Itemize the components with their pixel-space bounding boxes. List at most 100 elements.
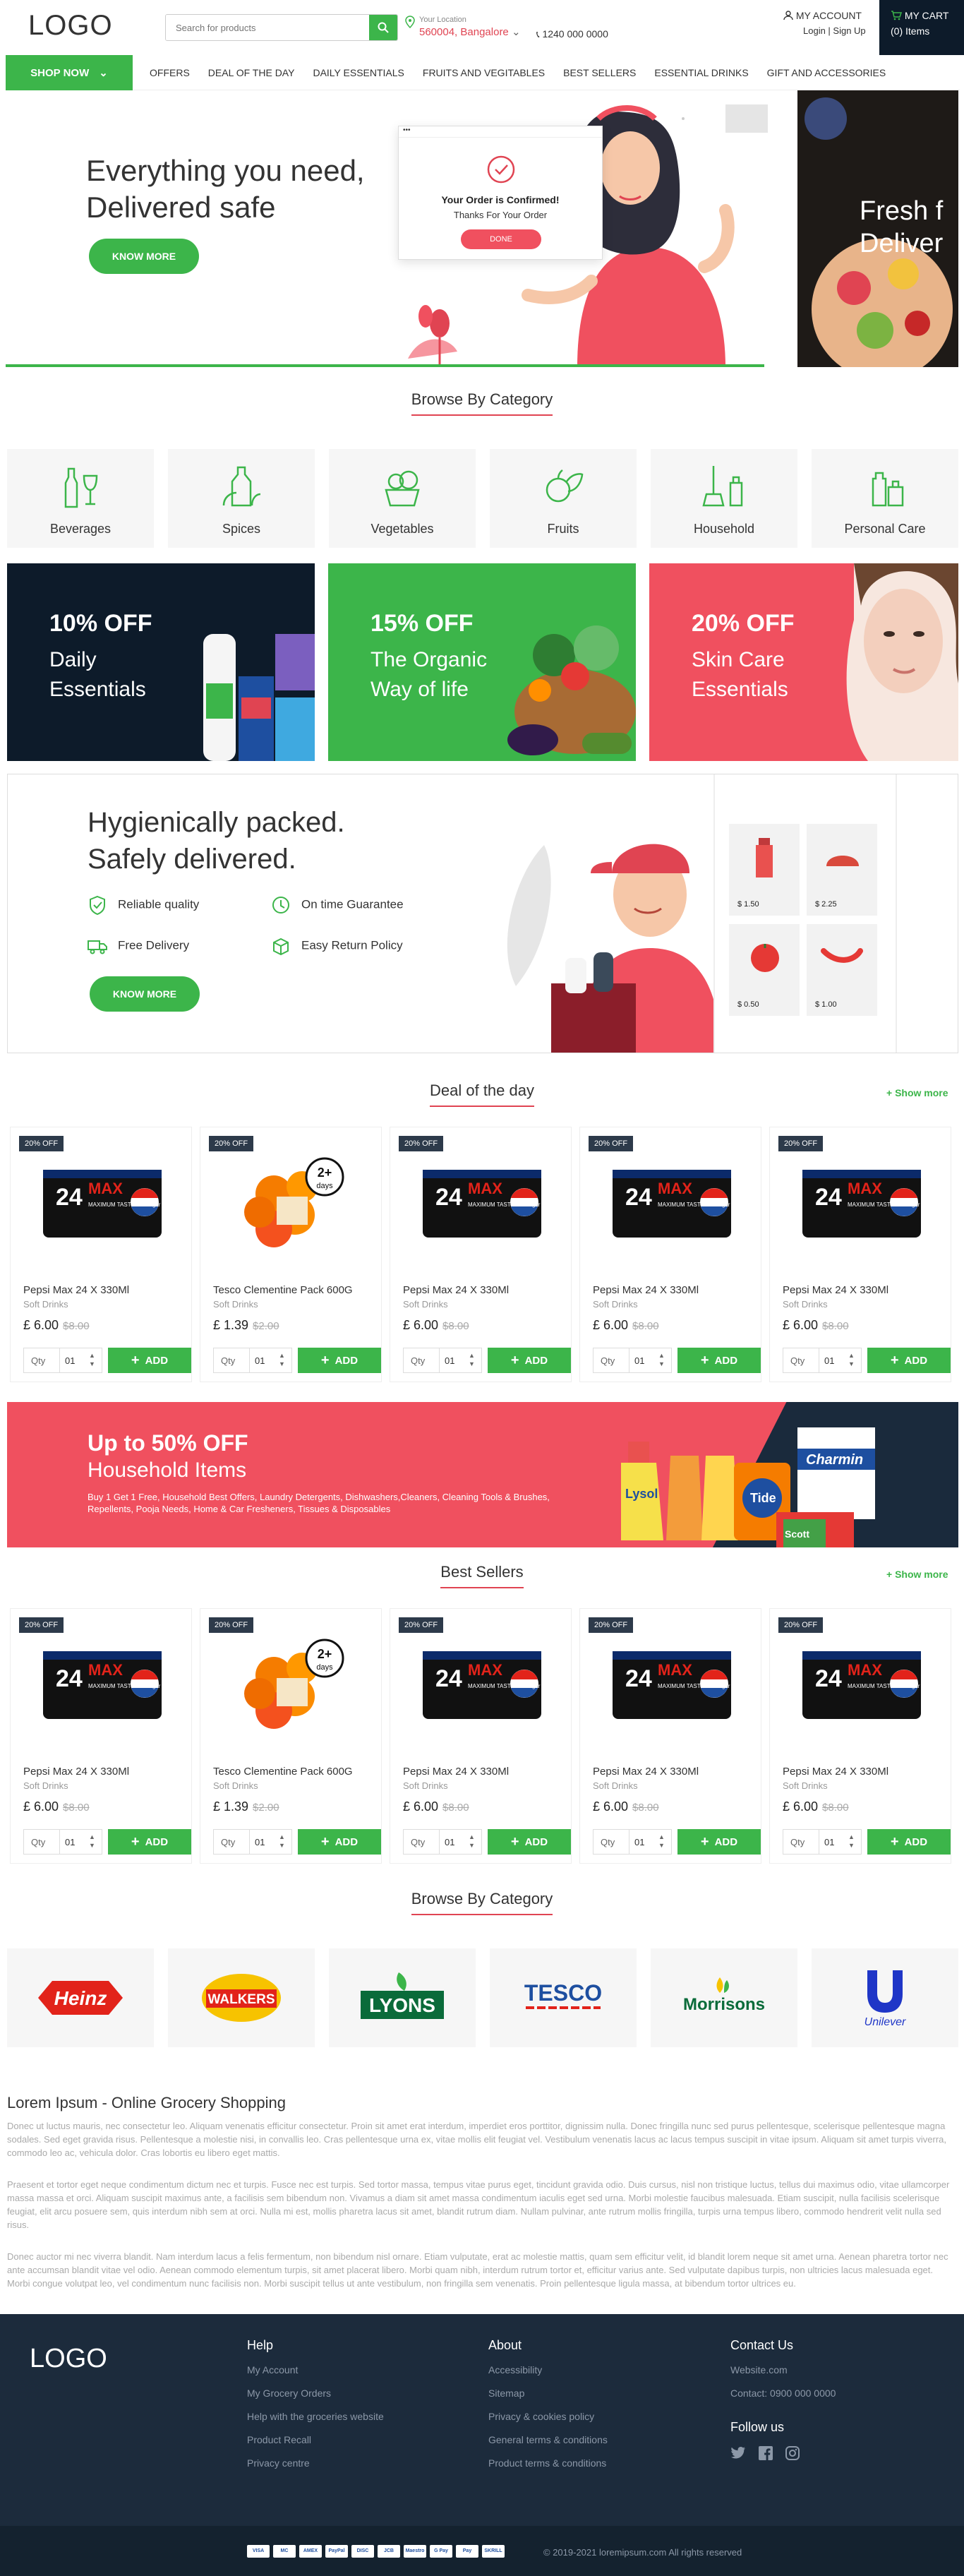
- add-to-cart-button[interactable]: + ADD: [108, 1829, 191, 1855]
- product-card[interactable]: 20% OFF 2+ days Tesco Clementine Pack 60…: [200, 1127, 382, 1382]
- brand-morrisons[interactable]: Morrisons: [651, 1948, 797, 2047]
- category-personal-care[interactable]: Personal Care: [812, 449, 958, 548]
- promo-skin-care[interactable]: 20% OFF Skin Care Essentials: [649, 563, 958, 761]
- next-slide-preview[interactable]: Fresh f Deliver: [797, 90, 958, 367]
- qty-stepper-icon[interactable]: ▲ ▼: [89, 1351, 95, 1368]
- add-to-cart-button[interactable]: + ADD: [677, 1829, 761, 1855]
- footer-logo[interactable]: LOGO: [30, 2344, 107, 2374]
- product-card[interactable]: 20% OFF 24 MAX MAXIMUM TASTE NO sugar Pe…: [390, 1127, 572, 1382]
- know-more-button[interactable]: KNOW MORE: [90, 976, 200, 1012]
- brand-heinz[interactable]: Heinz: [7, 1948, 154, 2047]
- quantity-selector[interactable]: Qty 01 ▲ ▼: [213, 1348, 292, 1373]
- quantity-selector[interactable]: Qty 01 ▲ ▼: [213, 1829, 292, 1855]
- promo-daily-essentials[interactable]: 10% OFF Daily Essentials: [7, 563, 315, 761]
- logo[interactable]: LOGO: [28, 10, 113, 42]
- footer-link-privacy-policy[interactable]: Privacy & cookies policy: [488, 2411, 608, 2422]
- qty-stepper-icon[interactable]: ▲ ▼: [848, 1833, 855, 1850]
- quantity-selector[interactable]: Qty 01 ▲ ▼: [783, 1829, 862, 1855]
- product-card[interactable]: 20% OFF 24 MAX MAXIMUM TASTE NO sugar Pe…: [579, 1608, 761, 1864]
- footer-phone[interactable]: Contact: 0900 000 0000: [730, 2388, 836, 2399]
- qty-stepper-icon[interactable]: ▲ ▼: [89, 1833, 95, 1850]
- category-household[interactable]: Household: [651, 449, 797, 548]
- add-to-cart-button[interactable]: + ADD: [488, 1829, 571, 1855]
- nav-deal-of-the-day[interactable]: DEAL OF THE DAY: [208, 67, 295, 78]
- quantity-selector[interactable]: Qty 01 ▲ ▼: [403, 1829, 482, 1855]
- product-card[interactable]: 20% OFF 2+ days Tesco Clementine Pack 60…: [200, 1608, 382, 1864]
- nav-essential-drinks[interactable]: ESSENTIAL DRINKS: [654, 67, 748, 78]
- add-to-cart-button[interactable]: + ADD: [867, 1829, 951, 1855]
- nav-offers[interactable]: OFFERS: [150, 67, 190, 78]
- qty-stepper-icon[interactable]: ▲ ▼: [279, 1833, 285, 1850]
- instagram-icon[interactable]: [785, 2446, 800, 2460]
- add-to-cart-button[interactable]: + ADD: [867, 1348, 951, 1373]
- product-name[interactable]: Pepsi Max 24 X 330Ml: [783, 1284, 888, 1296]
- nav-fruits-vegetables[interactable]: FRUITS AND VEGITABLES: [423, 67, 545, 78]
- brand-tesco[interactable]: TESCO: [490, 1948, 637, 2047]
- add-to-cart-button[interactable]: + ADD: [298, 1829, 381, 1855]
- search-button[interactable]: [369, 15, 397, 40]
- footer-link-sitemap[interactable]: Sitemap: [488, 2388, 608, 2399]
- qty-stepper-icon[interactable]: ▲ ▼: [469, 1351, 475, 1368]
- product-name[interactable]: Pepsi Max 24 X 330Ml: [403, 1766, 509, 1778]
- footer-link-accessibility[interactable]: Accessibility: [488, 2364, 608, 2376]
- nav-daily-essentials[interactable]: DAILY ESSENTIALS: [313, 67, 404, 78]
- twitter-icon[interactable]: [730, 2446, 746, 2460]
- add-to-cart-button[interactable]: + ADD: [677, 1348, 761, 1373]
- product-card[interactable]: 20% OFF 24 MAX MAXIMUM TASTE NO sugar Pe…: [10, 1127, 192, 1382]
- cart-button[interactable]: MY CART (0) Items: [879, 0, 964, 55]
- brand-walkers[interactable]: WALKERS: [168, 1948, 315, 2047]
- qty-stepper-icon[interactable]: ▲ ▼: [279, 1351, 285, 1368]
- footer-link-product-terms[interactable]: Product terms & conditions: [488, 2457, 608, 2469]
- qty-stepper-icon[interactable]: ▲ ▼: [658, 1833, 665, 1850]
- quantity-selector[interactable]: Qty 01 ▲ ▼: [593, 1829, 672, 1855]
- footer-website-link[interactable]: Website.com: [730, 2364, 836, 2376]
- category-spices[interactable]: Spices: [168, 449, 315, 548]
- footer-link-privacy-centre[interactable]: Privacy centre: [247, 2457, 384, 2469]
- shop-now-button[interactable]: SHOP NOW ⌄: [6, 55, 133, 90]
- qty-stepper-icon[interactable]: ▲ ▼: [658, 1351, 665, 1368]
- brand-unilever[interactable]: Unilever: [812, 1948, 958, 2047]
- category-vegetables[interactable]: Vegetables: [329, 449, 476, 548]
- footer-link-grocery-orders[interactable]: My Grocery Orders: [247, 2388, 384, 2399]
- category-fruits[interactable]: Fruits: [490, 449, 637, 548]
- category-beverages[interactable]: Beverages: [7, 449, 154, 548]
- brand-lyons[interactable]: LYONS: [329, 1948, 476, 2047]
- product-card[interactable]: 20% OFF 24 MAX MAXIMUM TASTE NO sugar Pe…: [579, 1127, 761, 1382]
- product-name[interactable]: Pepsi Max 24 X 330Ml: [23, 1284, 129, 1296]
- add-to-cart-button[interactable]: + ADD: [298, 1348, 381, 1373]
- product-card[interactable]: 20% OFF 24 MAX MAXIMUM TASTE NO sugar Pe…: [390, 1608, 572, 1864]
- product-card[interactable]: 20% OFF 24 MAX MAXIMUM TASTE NO sugar Pe…: [769, 1127, 951, 1382]
- best-show-more-link[interactable]: + Show more: [886, 1569, 948, 1580]
- quantity-selector[interactable]: Qty 01 ▲ ▼: [23, 1348, 102, 1373]
- quantity-selector[interactable]: Qty 01 ▲ ▼: [23, 1829, 102, 1855]
- product-card[interactable]: 20% OFF 24 MAX MAXIMUM TASTE NO sugar Pe…: [769, 1608, 951, 1864]
- account-menu[interactable]: MY ACCOUNT Login | Sign Up: [783, 10, 866, 36]
- footer-link-my-account[interactable]: My Account: [247, 2364, 384, 2376]
- qty-stepper-icon[interactable]: ▲ ▼: [469, 1833, 475, 1850]
- household-banner[interactable]: Up to 50% OFF Household Items Buy 1 Get …: [7, 1402, 958, 1547]
- footer-link-general-terms[interactable]: General terms & conditions: [488, 2434, 608, 2445]
- product-name[interactable]: Pepsi Max 24 X 330Ml: [403, 1284, 509, 1296]
- facebook-icon[interactable]: [759, 2446, 773, 2460]
- know-more-button[interactable]: KNOW MORE: [89, 239, 199, 274]
- add-to-cart-button[interactable]: + ADD: [108, 1348, 191, 1373]
- quantity-selector[interactable]: Qty 01 ▲ ▼: [403, 1348, 482, 1373]
- footer-link-help[interactable]: Help with the groceries website: [247, 2411, 384, 2422]
- promo-organic[interactable]: 15% OFF The Organic Way of life: [328, 563, 636, 761]
- login-signup-link[interactable]: Login | Sign Up: [803, 25, 866, 36]
- quantity-selector[interactable]: Qty 01 ▲ ▼: [783, 1348, 862, 1373]
- product-card[interactable]: 20% OFF 24 MAX MAXIMUM TASTE NO sugar Pe…: [10, 1608, 192, 1864]
- product-name[interactable]: Pepsi Max 24 X 330Ml: [593, 1766, 699, 1778]
- product-name[interactable]: Tesco Clementine Pack 600G: [213, 1766, 353, 1778]
- phone-number[interactable]: 📞︎ 1240 000 0000: [536, 28, 608, 40]
- quantity-selector[interactable]: Qty 01 ▲ ▼: [593, 1348, 672, 1373]
- qty-stepper-icon[interactable]: ▲ ▼: [848, 1351, 855, 1368]
- nav-gift-accessories[interactable]: GIFT AND ACCESSORIES: [767, 67, 886, 78]
- product-name[interactable]: Tesco Clementine Pack 600G: [213, 1284, 353, 1296]
- done-button[interactable]: DONE: [461, 229, 541, 249]
- nav-best-sellers[interactable]: BEST SELLERS: [563, 67, 636, 78]
- product-name[interactable]: Pepsi Max 24 X 330Ml: [593, 1284, 699, 1296]
- search-input[interactable]: [166, 15, 370, 40]
- footer-link-product-recall[interactable]: Product Recall: [247, 2434, 384, 2445]
- product-name[interactable]: Pepsi Max 24 X 330Ml: [783, 1766, 888, 1778]
